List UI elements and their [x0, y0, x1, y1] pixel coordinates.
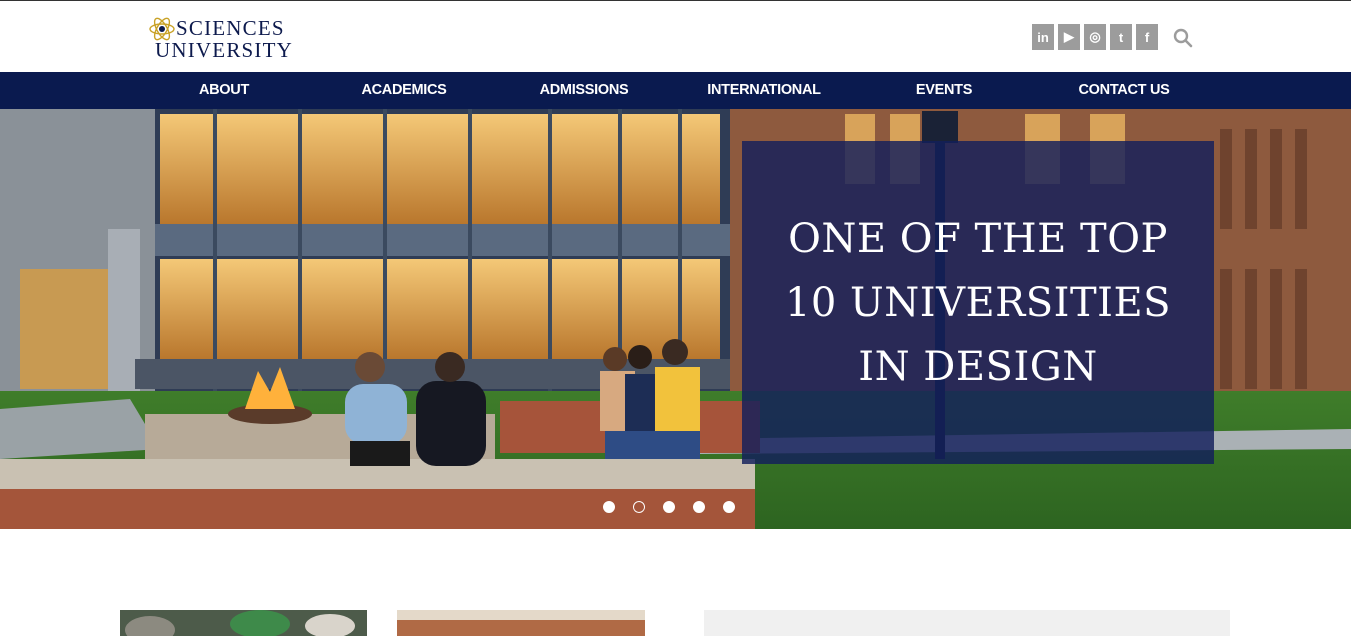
nav-international[interactable]: INTERNATIONAL [707, 72, 821, 109]
slider-dot-1[interactable] [603, 501, 615, 513]
youtube-icon[interactable]: ▶ [1058, 24, 1080, 50]
feature-card-1[interactable] [120, 610, 367, 636]
social-links: in ▶ ◎ t f [1032, 24, 1158, 51]
hero-slider: ONE OF THE TOP 10 UNIVERSITIES IN DESIGN [0, 109, 1351, 529]
card-1-image [120, 610, 367, 636]
nav-admissions[interactable]: ADMISSIONS [540, 72, 629, 109]
hero-caption-text: ONE OF THE TOP 10 UNIVERSITIES IN DESIGN [784, 215, 1172, 390]
nav-contact-us[interactable]: CONTACT US [1079, 72, 1170, 109]
slider-dot-5[interactable] [723, 501, 735, 513]
search-icon[interactable] [1173, 28, 1193, 48]
slider-dot-4[interactable] [693, 501, 705, 513]
slider-dots [603, 501, 735, 513]
feature-card-2[interactable] [397, 610, 645, 636]
instagram-icon[interactable]: ◎ [1084, 24, 1106, 50]
slider-dot-3[interactable] [663, 501, 675, 513]
nav-events[interactable]: EVENTS [916, 72, 973, 109]
logo-text-university: UNIVERSITY [155, 38, 293, 62]
hero-caption-box: ONE OF THE TOP 10 UNIVERSITIES IN DESIGN [742, 141, 1214, 464]
feature-card-3[interactable] [704, 610, 1230, 636]
slider-dot-2[interactable] [633, 501, 645, 513]
main-nav: ABOUT ACADEMICS ADMISSIONS INTERNATIONAL… [0, 72, 1351, 109]
card-2-image [397, 610, 645, 636]
linkedin-icon[interactable]: in [1032, 24, 1054, 50]
site-header: SCIENCES UNIVERSITY in ▶ ◎ t f [0, 1, 1351, 72]
nav-about[interactable]: ABOUT [199, 72, 249, 109]
university-logo[interactable]: SCIENCES UNIVERSITY [148, 14, 298, 62]
twitter-icon[interactable]: t [1110, 24, 1132, 50]
facebook-icon[interactable]: f [1136, 24, 1158, 50]
nav-academics[interactable]: ACADEMICS [361, 72, 446, 109]
